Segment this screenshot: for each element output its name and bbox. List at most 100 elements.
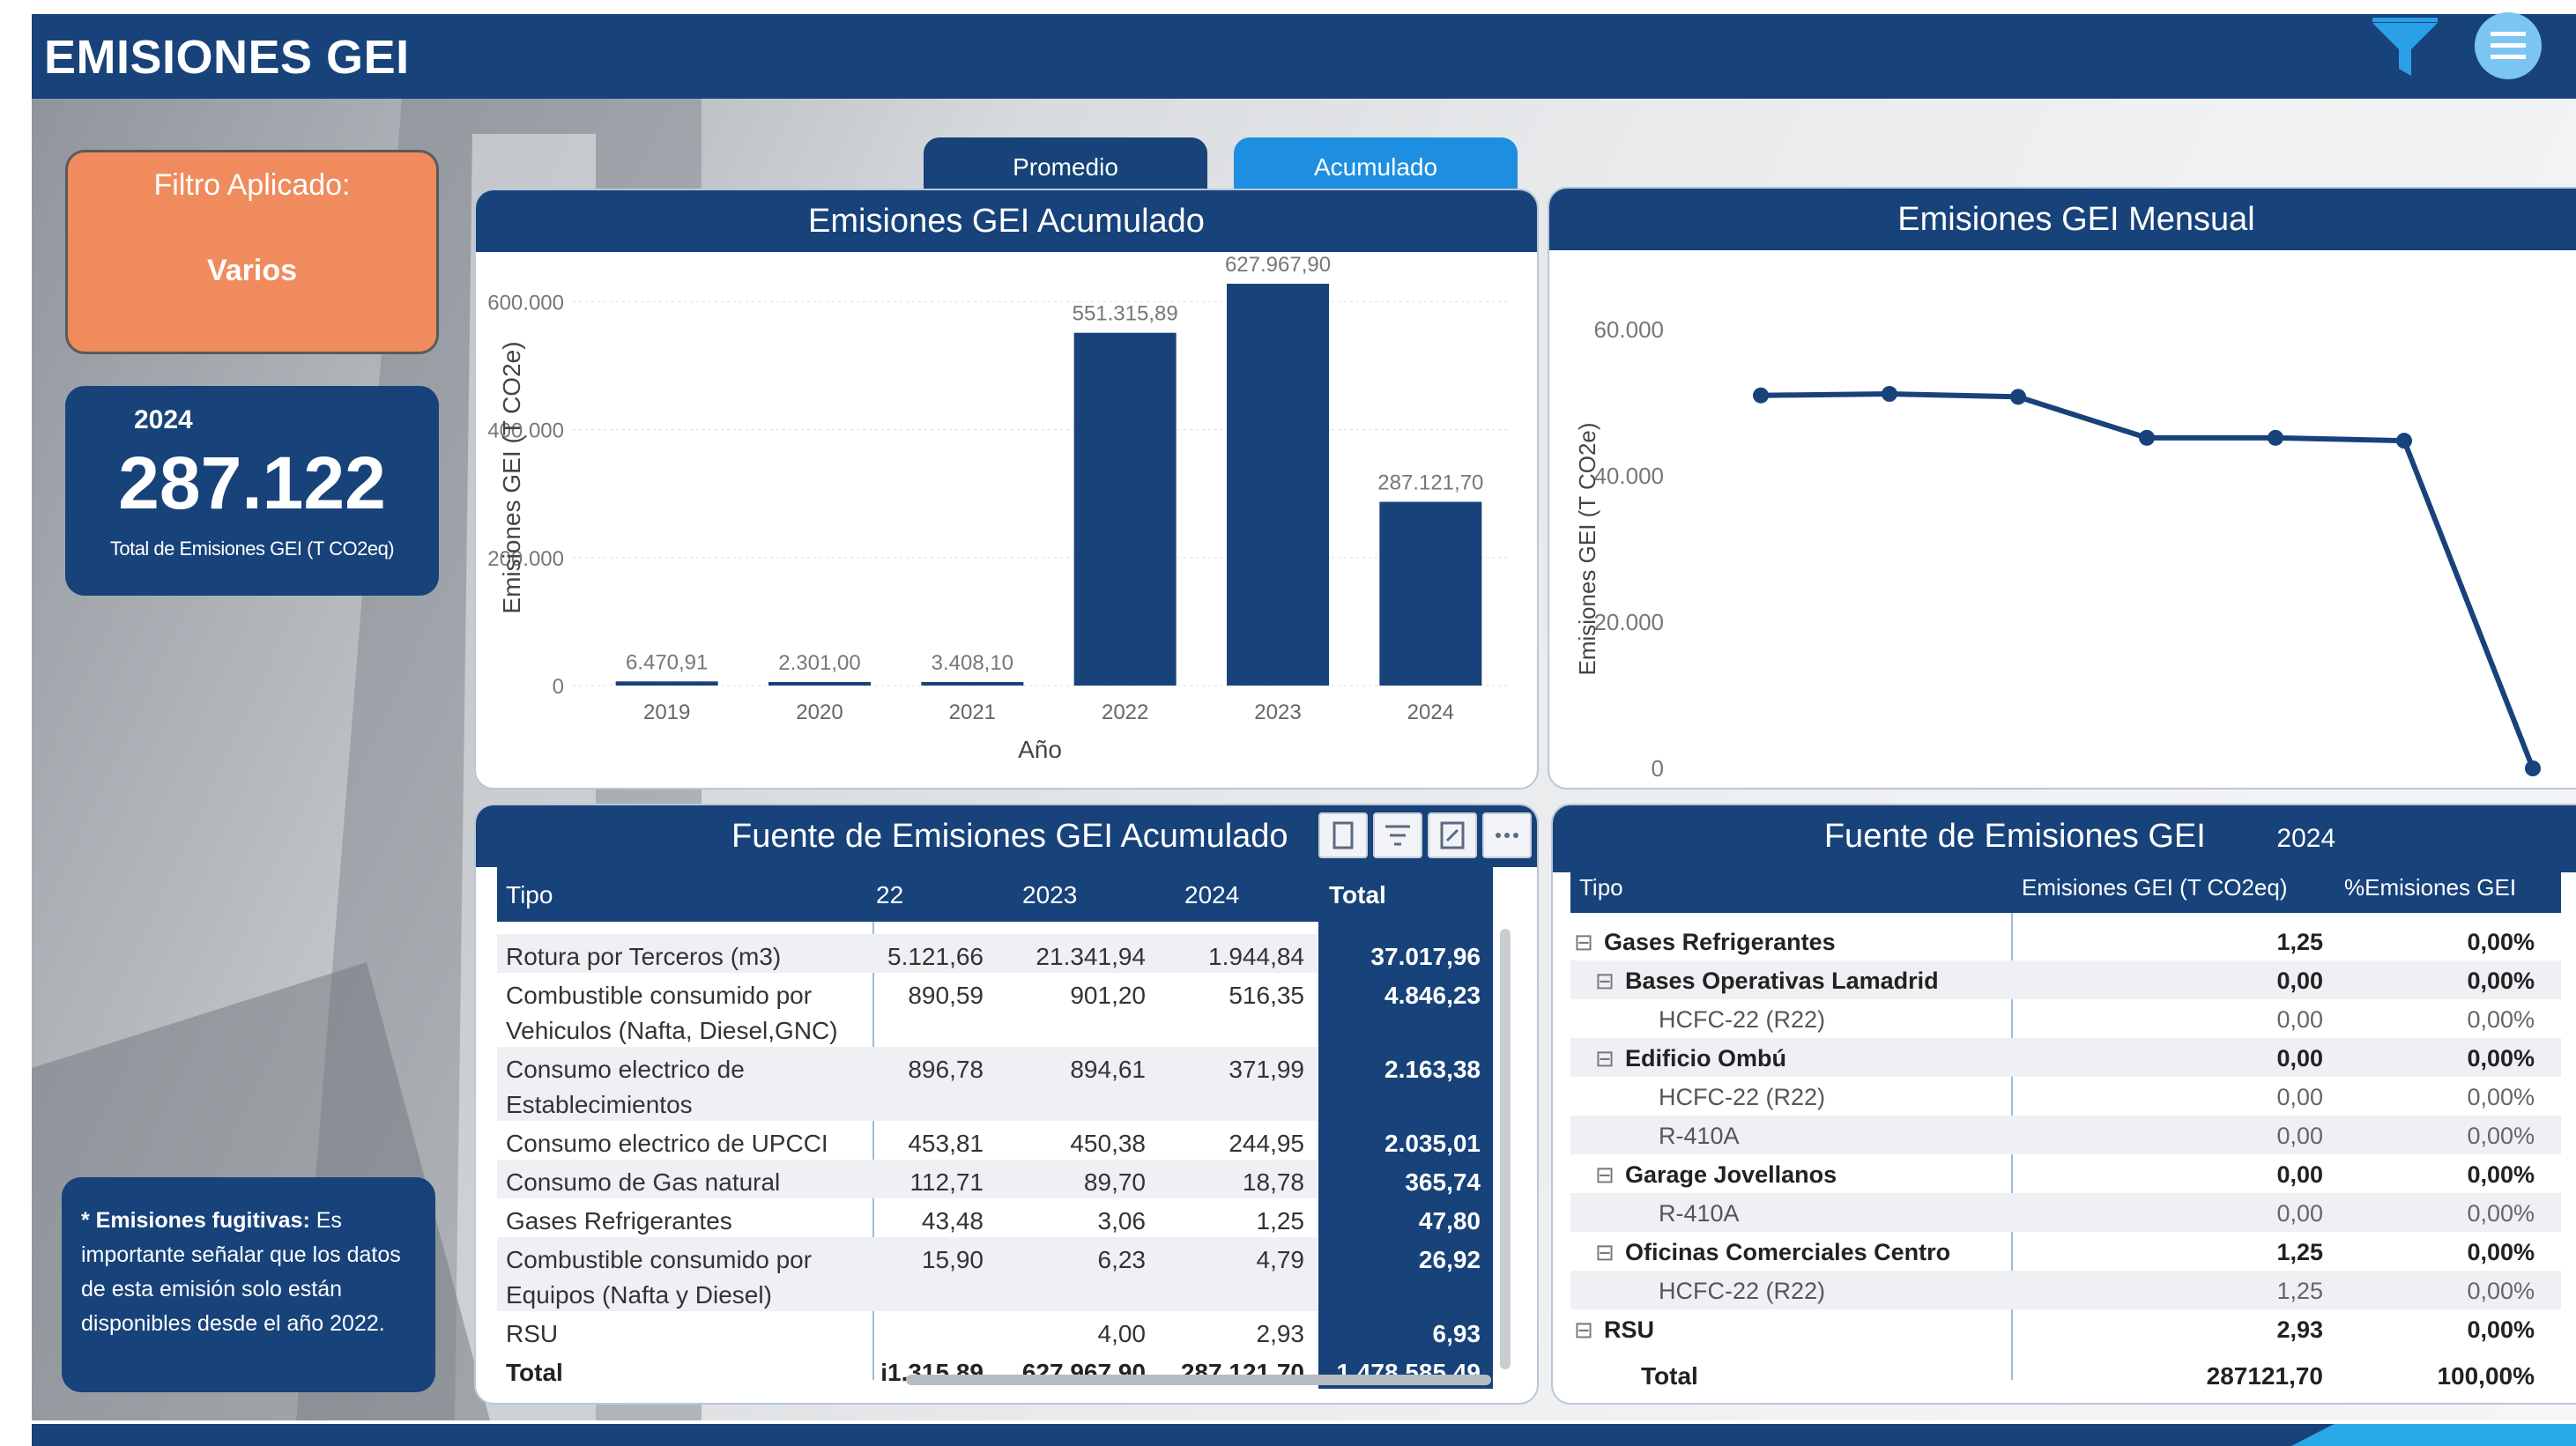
cell-emissions: 1,25 [2276, 1278, 2323, 1304]
collapse-icon[interactable]: ⊟ [1595, 964, 1615, 997]
collapse-icon[interactable]: ⊟ [1595, 1158, 1615, 1191]
cell-total: 2.035,01 [1385, 1130, 1481, 1157]
bar-data-label: 551.315,89 [1073, 302, 1178, 326]
col-total[interactable]: Total [1329, 881, 1386, 909]
bar-x-axis-title: Año [1018, 736, 1062, 763]
row-label-cont: Establecimientos [506, 1091, 693, 1118]
filter-value: Varios [206, 254, 298, 287]
collapse-icon[interactable]: ⊟ [1595, 1042, 1615, 1075]
footer-accent [2291, 1424, 2576, 1446]
line-y-axis-title: Emisiones GEI (T CO2e) [1574, 422, 1600, 675]
table-group-row[interactable]: ⊟ RSU 2,93 0,00% [1553, 1309, 2576, 1348]
more-options-icon[interactable] [1482, 812, 1532, 858]
cell-percent: 0,00% [2467, 1278, 2535, 1304]
line-point-1[interactable] [1882, 386, 1897, 403]
col-tipo[interactable]: Tipo [506, 881, 553, 909]
col-tipo[interactable]: Tipo [1579, 874, 1623, 901]
monthly-chart-title: Emisiones GEI Mensual [1549, 189, 2576, 250]
bar-xtick-label: 2020 [796, 701, 843, 724]
table-row[interactable]: Combustible consumido por Vehiculos (Naft… [476, 973, 1537, 1047]
table-row[interactable]: RSU 4,00 2,93 6,93 [476, 1311, 1537, 1350]
collapse-icon[interactable]: ⊟ [1574, 1313, 1593, 1346]
line-point-4[interactable] [2268, 429, 2283, 446]
table-row[interactable]: HCFC-22 (R22) 0,00 0,00% [1553, 1077, 2576, 1116]
cell-value: 18,78 [1242, 1168, 1304, 1196]
cell-emissions: 2,93 [2276, 1316, 2323, 1343]
table-group-row[interactable]: ⊟ Bases Operativas Lamadrid 0,00 0,00% [1553, 960, 2576, 999]
horizontal-scrollbar[interactable] [906, 1375, 1491, 1385]
bar-2024[interactable] [1379, 501, 1482, 686]
row-label: Bases Operativas Lamadrid [1625, 968, 1939, 994]
table-row[interactable]: Consumo electrico de Establecimientos 896,… [476, 1047, 1537, 1121]
col-pct[interactable]: %Emisiones GEI [2344, 874, 2516, 901]
kpi-caption: Total de Emisiones GEI (T CO2eq) [109, 538, 395, 560]
cell-percent: 0,00% [2467, 1161, 2535, 1188]
focus-mode-icon[interactable] [1428, 812, 1477, 858]
cell-value: 4,00 [1097, 1320, 1147, 1347]
table-group-row[interactable]: ⊟ Edificio Ombú 0,00 0,00% [1553, 1038, 2576, 1077]
col-emisiones[interactable]: Emisiones GEI (T CO2eq) [2022, 874, 2288, 901]
cell-value: 15,90 [921, 1246, 984, 1273]
table-row[interactable]: HCFC-22 (R22) 1,25 0,00% [1553, 1271, 2576, 1309]
monthly-chart-card: Emisiones GEI Mensual 0 20.000 40.000 60.00… [1548, 187, 2576, 790]
cell-percent: 0,00% [2467, 968, 2535, 994]
bar-xtick-label: 2019 [643, 701, 690, 724]
row-label: Combustible consumido por [506, 1246, 813, 1273]
toggle-promedio-button[interactable]: Promedio [924, 137, 1207, 194]
row-label: RSU [506, 1320, 559, 1347]
bar-2022[interactable] [1073, 332, 1177, 686]
table-row[interactable]: Consumo electrico de UPCCI 453,81 450,38 24… [476, 1121, 1537, 1160]
source-year-table-card: Fuente de Emisiones GEI 2024 Tipo Emisio… [1551, 804, 2576, 1405]
cell-value: 1.944,84 [1208, 943, 1304, 970]
line-point-3[interactable] [2139, 429, 2155, 446]
table-row[interactable]: R-410A 0,00 0,00% [1553, 1193, 2576, 1232]
col-2023[interactable]: 2023 [1022, 881, 1077, 909]
vertical-scrollbar[interactable] [1500, 929, 1511, 1369]
source-year-title-text: Fuente de Emisiones GEI [1823, 818, 2206, 855]
cell-emissions: 1,25 [2276, 1239, 2323, 1265]
bar-2021[interactable] [921, 682, 1024, 686]
line-ytick-label: 60.000 [1593, 316, 1664, 343]
bar-2020[interactable] [768, 682, 871, 686]
cell-emissions: 0,00 [2276, 1006, 2323, 1033]
cell-value: 901,20 [1070, 982, 1146, 1009]
col-2024[interactable]: 2024 [1184, 881, 1239, 909]
line-point-2[interactable] [2010, 389, 2026, 405]
cell-percent: 0,00% [2467, 1239, 2535, 1265]
menu-icon[interactable] [2473, 11, 2543, 81]
total-value: 287.121,70 [1180, 1359, 1304, 1386]
line-point-0[interactable] [1753, 387, 1769, 404]
fugitive-emissions-note: * Emisiones fugitivas: Es importante señ… [62, 1177, 435, 1392]
bar-data-label: 2.301,00 [778, 651, 860, 675]
toggle-acumulado-button[interactable]: Acumulado [1234, 137, 1518, 194]
table-row[interactable]: Consumo de Gas natural 112,71 89,70 18,78 36… [476, 1160, 1537, 1198]
cell-percent: 0,00% [2467, 1200, 2535, 1227]
table-group-row[interactable]: ⊟ Oficinas Comerciales Centro 1,25 0,00% [1553, 1232, 2576, 1271]
col-2022[interactable]: 22 [876, 881, 903, 909]
copy-icon[interactable] [1318, 812, 1368, 858]
monthly-line-chart: 020.00040.00060.0002024 Ene2024 Feb2024 … [1574, 316, 2541, 782]
bar-ytick-label: 0 [553, 675, 564, 699]
collapse-icon[interactable]: ⊟ [1595, 1235, 1615, 1269]
source-year-header: Tipo Emisiones GEI (T CO2eq) %Emisiones … [1570, 862, 2561, 913]
bar-y-axis-title: Emisiones GEI (T CO2e) [498, 341, 525, 613]
table-row[interactable]: Rotura por Terceros (m3) 5.121,66 21.341,9… [476, 934, 1537, 973]
table-row[interactable]: Gases Refrigerantes 43,48 3,06 1,25 47,80 [476, 1198, 1537, 1237]
line-ytick-label: 40.000 [1593, 463, 1664, 489]
table-row[interactable]: HCFC-22 (R22) 0,00 0,00% [1553, 999, 2576, 1038]
line-point-6[interactable] [2525, 760, 2541, 776]
table-group-row[interactable]: ⊟ Garage Jovellanos 0,00 0,00% [1553, 1154, 2576, 1193]
table-row[interactable]: Combustible consumido por Equipos (Nafta … [476, 1237, 1537, 1311]
collapse-icon[interactable]: ⊟ [1574, 925, 1593, 959]
bar-2019[interactable] [615, 681, 718, 686]
total-pct: 100,00% [2437, 1362, 2535, 1390]
table-row[interactable]: R-410A 0,00 0,00% [1553, 1116, 2576, 1154]
table-group-row[interactable]: ⊟ Gases Refrigerantes 1,25 0,00% [1553, 922, 2576, 960]
cell-total: 4.846,23 [1385, 982, 1481, 1009]
bar-2023[interactable] [1227, 283, 1329, 686]
cell-value: 21.341,94 [1036, 943, 1146, 970]
filter-icon[interactable] [2367, 11, 2443, 86]
line-series [1760, 391, 2535, 770]
line-point-5[interactable] [2396, 433, 2412, 449]
filter-table-icon[interactable] [1373, 812, 1422, 858]
